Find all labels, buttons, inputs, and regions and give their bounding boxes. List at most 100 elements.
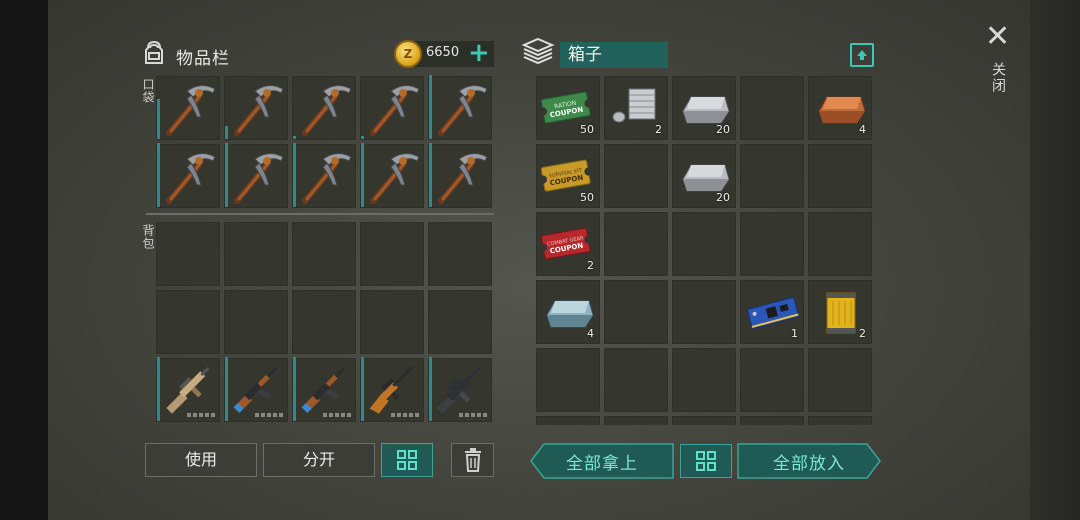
inventory-slot[interactable]	[360, 143, 425, 209]
item-quantity: 2	[859, 327, 866, 340]
inventory-slot[interactable]	[808, 144, 872, 208]
inventory-slot[interactable]	[224, 143, 289, 209]
inventory-slot[interactable]	[672, 416, 736, 425]
inventory-slot[interactable]	[360, 290, 424, 354]
inventory-slot[interactable]	[224, 76, 288, 140]
section-divider	[146, 213, 494, 215]
sort-box-button[interactable]	[680, 444, 732, 478]
inventory-slot[interactable]	[740, 144, 804, 208]
inventory-slot[interactable]	[224, 222, 288, 286]
inventory-slot[interactable]	[428, 290, 492, 354]
durability-bar	[157, 99, 160, 139]
inventory-slot[interactable]	[428, 222, 492, 286]
upload-arrow-icon	[857, 50, 867, 60]
inventory-slot[interactable]: 2	[808, 280, 872, 344]
inventory-slot[interactable]	[360, 357, 424, 422]
inventory-slot[interactable]: 2	[604, 76, 668, 140]
inventory-slot[interactable]: 20	[672, 144, 736, 208]
inventory-slot[interactable]	[224, 290, 288, 354]
inventory-slot[interactable]	[360, 222, 424, 286]
durability-bar	[157, 357, 160, 421]
pickaxe-icon	[361, 145, 425, 209]
sort-inventory-button[interactable]	[381, 443, 433, 477]
inventory-slot[interactable]	[604, 212, 668, 276]
durability-bar	[361, 136, 364, 139]
trash-icon	[464, 448, 481, 472]
attachment-slots	[187, 413, 215, 417]
item-quantity: 4	[587, 327, 594, 340]
box-grid: RATION COUPON 50 2 20 4 SURVIVAL KIT COUPON 50 20…	[536, 76, 872, 425]
store-up-button[interactable]	[850, 43, 874, 67]
durability-bar	[157, 143, 160, 207]
inventory-slot[interactable]	[672, 280, 736, 344]
side-strip	[1030, 0, 1080, 520]
grid-icon	[696, 451, 716, 471]
inventory-slot[interactable]	[740, 212, 804, 276]
inventory-slot[interactable]: RATION COUPON 50	[536, 76, 600, 140]
attachment-slots	[391, 413, 419, 417]
backpack-label: 背包	[141, 224, 155, 250]
inventory-slot[interactable]	[604, 280, 668, 344]
inventory-slot[interactable]	[428, 143, 492, 208]
pockets-label: 口袋	[141, 78, 155, 104]
inventory-slot[interactable]	[672, 348, 736, 412]
pickaxe-icon	[225, 145, 289, 209]
inventory-slot[interactable]	[156, 357, 220, 422]
coin-icon: Z	[394, 40, 422, 68]
attachment-slots	[459, 413, 487, 417]
inventory-slot[interactable]	[536, 348, 600, 412]
put-all-label: 全部放入	[773, 453, 845, 474]
inventory-slot[interactable]	[740, 416, 804, 425]
inventory-slot[interactable]	[604, 348, 668, 412]
split-button[interactable]: 分开	[263, 443, 375, 477]
inventory-slot[interactable]	[672, 212, 736, 276]
durability-bar	[429, 75, 432, 139]
item-quantity: 1	[791, 327, 798, 340]
inventory-slot[interactable]	[428, 357, 492, 422]
inventory-slot[interactable]	[740, 348, 804, 412]
use-button[interactable]: 使用	[145, 443, 257, 477]
inventory-slot[interactable]	[360, 76, 424, 140]
inventory-slot[interactable]	[292, 222, 356, 286]
durability-bar	[225, 143, 228, 207]
inventory-slot[interactable]: 1	[740, 280, 804, 344]
inventory-slot[interactable]	[292, 143, 356, 208]
inventory-slot[interactable]	[808, 348, 872, 412]
attachment-slots	[323, 413, 351, 417]
inventory-slot[interactable]	[428, 75, 492, 140]
close-icon[interactable]: ✕	[985, 22, 1010, 52]
take-all-button[interactable]: 全部拿上	[530, 443, 674, 479]
inventory-slot[interactable]	[156, 222, 220, 286]
pickaxe-icon	[361, 77, 425, 141]
inventory-slot[interactable]	[808, 416, 872, 425]
pickaxe-icon	[157, 77, 221, 141]
inventory-slot[interactable]	[740, 76, 804, 140]
item-quantity: 2	[655, 123, 662, 136]
inventory-slot[interactable]: 20	[672, 76, 736, 140]
inventory-slot[interactable]	[156, 290, 220, 354]
item-quantity: 50	[580, 191, 594, 204]
inventory-slot[interactable]	[604, 144, 668, 208]
inventory-slot[interactable]	[156, 143, 220, 208]
inventory-slot[interactable]	[292, 290, 356, 354]
inventory-slot[interactable]	[604, 416, 668, 425]
pickaxe-icon	[293, 77, 357, 141]
item-quantity: 20	[716, 191, 730, 204]
inventory-slot[interactable]	[292, 76, 356, 140]
inventory-slot[interactable]	[156, 76, 220, 140]
close-label[interactable]: 关闭	[988, 62, 1008, 94]
delete-button[interactable]	[451, 443, 494, 477]
inventory-slot[interactable]	[224, 357, 288, 422]
inventory-slot[interactable]	[808, 212, 872, 276]
add-coins-button[interactable]: +	[468, 40, 490, 66]
inventory-slot[interactable]	[292, 357, 356, 422]
put-all-button[interactable]: 全部放入	[737, 443, 881, 479]
inventory-slot[interactable]	[536, 416, 600, 425]
pickaxe-icon	[225, 77, 289, 141]
durability-bar	[293, 357, 296, 421]
inventory-slot[interactable]: COMBAT GEAR COUPON 2	[536, 212, 600, 276]
item-quantity: 4	[859, 123, 866, 136]
inventory-slot[interactable]: SURVIVAL KIT COUPON 50	[536, 144, 600, 208]
inventory-slot[interactable]: 4	[536, 280, 600, 344]
inventory-slot[interactable]: 4	[808, 76, 872, 140]
